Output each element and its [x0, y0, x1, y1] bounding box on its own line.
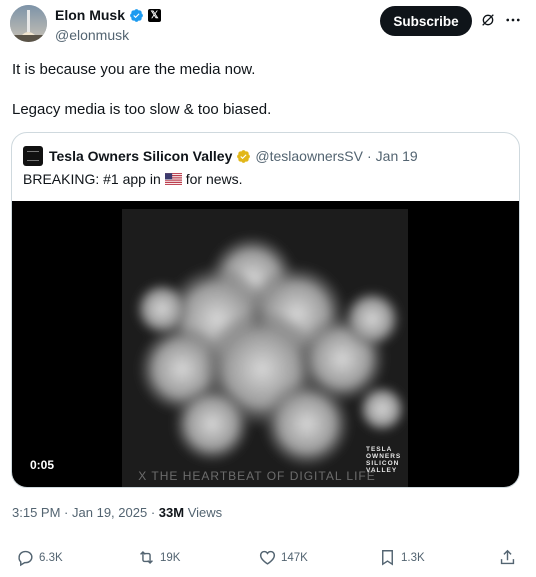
quoted-author-name[interactable]: Tesla Owners Silicon Valley	[49, 148, 232, 164]
quoted-author-avatar[interactable]	[23, 146, 43, 166]
like-count: 147K	[281, 551, 308, 564]
author-display-name[interactable]: Elon Musk	[55, 7, 125, 23]
quoted-tweet-text: BREAKING: #1 app in for news.	[23, 171, 243, 187]
corner-logo-line: OWNERS	[366, 453, 402, 460]
corner-logo-line: VALLEY	[366, 467, 398, 474]
action-bar: 6.3K 19K 147K 1.3K	[0, 548, 536, 570]
author-handle[interactable]: @elonmusk	[55, 27, 129, 43]
verified-blue-check-icon	[130, 8, 143, 22]
quoted-separator: ·	[366, 148, 372, 164]
tweet-line: It is because you are the media now.	[12, 61, 256, 78]
bookmark-icon	[382, 550, 393, 566]
us-flag-icon	[164, 173, 182, 185]
quoted-date[interactable]: Jan 19	[376, 148, 418, 164]
meta-separator: ·	[150, 505, 156, 520]
video-corner-logo: TESLA OWNERS SILICON VALLEY	[366, 446, 401, 474]
views-count: 33M	[158, 505, 185, 520]
reply-count: 6.3K	[39, 551, 63, 564]
author-name-row: Elon Musk 𝕏	[55, 7, 162, 23]
subscribe-button[interactable]: Subscribe	[380, 6, 472, 36]
more-dots-icon[interactable]	[504, 11, 522, 29]
like-button[interactable]: 147K	[258, 548, 308, 567]
author-avatar[interactable]	[10, 5, 47, 42]
reply-button[interactable]: 6.3K	[16, 548, 63, 567]
repost-icon	[140, 550, 153, 565]
quoted-tweet[interactable]: Tesla Owners Silicon Valley @teslaowners…	[11, 132, 520, 488]
share-button[interactable]	[498, 548, 517, 567]
tweet-header: Elon Musk 𝕏 @elonmusk Subscribe	[10, 5, 530, 45]
share-icon	[500, 549, 515, 565]
tweet-time[interactable]: 3:15 PM	[12, 505, 60, 520]
heart-icon	[259, 550, 276, 565]
tweet-line: Legacy media is too slow & too biased.	[12, 101, 272, 118]
x-logo-icon: 𝕏	[148, 8, 162, 22]
quoted-tweet-header: Tesla Owners Silicon Valley @teslaowners…	[23, 146, 418, 166]
quoted-text-before-flag: BREAKING: #1 app in	[23, 171, 161, 187]
tweet-meta: 3:15 PM · Jan 19, 2025 · 33M Views	[12, 505, 222, 520]
corner-logo-line: SILICON	[366, 460, 400, 467]
bookmark-button[interactable]: 1.3K	[378, 548, 425, 567]
tweet-date[interactable]: Jan 19, 2025	[72, 505, 147, 520]
quoted-text-after-flag: for news.	[185, 171, 243, 187]
corner-logo-line: TESLA	[366, 446, 393, 453]
bookmark-count: 1.3K	[401, 551, 425, 564]
video-watermark: X THE HEARTBEAT OF DIGITAL LIFE	[138, 469, 376, 483]
quoted-author-handle[interactable]: @teslaownersSV	[255, 148, 363, 164]
video-duration: 0:05	[30, 458, 55, 472]
views-label: Views	[187, 505, 223, 520]
repost-button[interactable]: 19K	[137, 548, 180, 567]
verified-gold-check-icon	[237, 149, 251, 163]
meta-separator: ·	[64, 505, 69, 520]
repost-count: 19K	[160, 551, 181, 564]
grok-icon[interactable]	[480, 12, 496, 28]
reply-icon	[18, 550, 33, 567]
video-player[interactable]: X THE HEARTBEAT OF DIGITAL LIFE TESLA OW…	[12, 201, 519, 487]
tweet-text: It is because you are the media now. Leg…	[12, 60, 271, 120]
